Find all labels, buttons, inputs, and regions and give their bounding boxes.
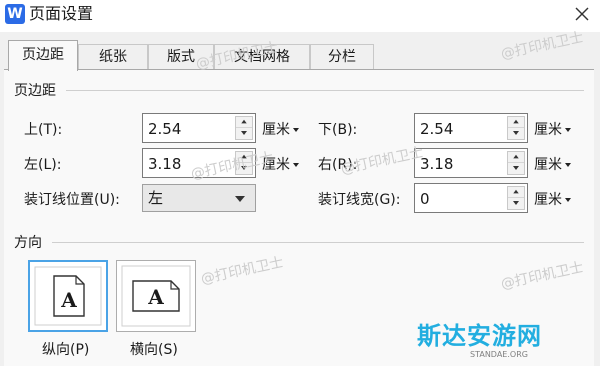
tab-columns[interactable]: 分栏 bbox=[310, 44, 374, 70]
site-logo: 斯达安游网 STANDAE.ORG bbox=[417, 322, 593, 366]
close-icon[interactable] bbox=[570, 2, 594, 26]
landscape-label: 横向(S) bbox=[130, 342, 178, 358]
gutter-width-label: 装订线宽(G): bbox=[318, 192, 401, 208]
bottom-margin-unit-dropdown[interactable]: 厘米 bbox=[534, 120, 571, 140]
right-margin-input[interactable]: 3.18 bbox=[414, 148, 528, 178]
margins-group-divider bbox=[66, 90, 584, 91]
gutter-width-unit: 厘米 bbox=[534, 192, 562, 208]
stepper-up-icon[interactable] bbox=[508, 187, 524, 198]
orientation-group-label: 方向 bbox=[14, 232, 48, 252]
chevron-down-icon bbox=[293, 128, 299, 132]
top-margin-label: 上(T): bbox=[24, 122, 63, 138]
landscape-page-icon: A bbox=[121, 265, 191, 327]
chevron-down-icon bbox=[565, 128, 571, 132]
gutter-position-select[interactable]: 左 bbox=[142, 184, 256, 212]
stepper-up-icon[interactable] bbox=[508, 152, 524, 163]
portrait-page-icon: A bbox=[34, 266, 102, 326]
bottom-margin-value: 2.54 bbox=[420, 120, 454, 138]
bottom-margin-unit: 厘米 bbox=[534, 122, 562, 138]
chevron-down-icon bbox=[565, 198, 571, 202]
gutter-width-value: 0 bbox=[420, 190, 430, 208]
chevron-down-icon bbox=[293, 163, 299, 167]
gutter-width-input[interactable]: 0 bbox=[414, 183, 528, 213]
stepper-down-icon[interactable] bbox=[508, 163, 524, 174]
title-bar: W 页面设置 bbox=[0, 0, 600, 32]
dialog-title: 页面设置 bbox=[29, 4, 94, 23]
site-logo-text: 斯达安游网 bbox=[417, 321, 542, 350]
top-margin-unit-dropdown[interactable]: 厘米 bbox=[262, 120, 299, 140]
bottom-margin-stepper[interactable] bbox=[507, 116, 525, 140]
chevron-down-icon bbox=[235, 196, 245, 202]
tab-margins[interactable]: 页边距 bbox=[8, 40, 78, 71]
app-logo-icon: W bbox=[5, 4, 25, 24]
left-margin-label: 左(L): bbox=[24, 157, 62, 173]
orientation-group-divider bbox=[52, 242, 584, 243]
right-margin-unit-dropdown[interactable]: 厘米 bbox=[534, 155, 571, 175]
top-margin-input[interactable]: 2.54 bbox=[142, 113, 256, 143]
right-margin-stepper[interactable] bbox=[507, 151, 525, 175]
chevron-down-icon bbox=[565, 163, 571, 167]
right-margin-value: 3.18 bbox=[420, 155, 454, 173]
top-margin-stepper[interactable] bbox=[235, 116, 253, 140]
landscape-glyph: A bbox=[147, 285, 164, 309]
left-margin-value: 3.18 bbox=[148, 155, 182, 173]
stepper-down-icon[interactable] bbox=[236, 128, 252, 139]
stepper-down-icon[interactable] bbox=[508, 198, 524, 209]
top-margin-unit: 厘米 bbox=[262, 122, 290, 138]
tab-paper[interactable]: 纸张 bbox=[78, 44, 148, 70]
portrait-label: 纵向(P) bbox=[42, 342, 90, 358]
gutter-position-value: 左 bbox=[148, 189, 164, 207]
stepper-up-icon[interactable] bbox=[508, 117, 524, 128]
gutter-width-unit-dropdown[interactable]: 厘米 bbox=[534, 190, 571, 210]
right-margin-unit: 厘米 bbox=[534, 157, 562, 173]
margins-group-label: 页边距 bbox=[14, 80, 62, 100]
bottom-margin-input[interactable]: 2.54 bbox=[414, 113, 528, 143]
site-logo-subtext: STANDAE.ORG bbox=[470, 350, 528, 359]
bottom-margin-label: 下(B): bbox=[318, 122, 358, 138]
gutter-width-stepper[interactable] bbox=[507, 186, 525, 210]
portrait-button[interactable]: A bbox=[28, 260, 108, 332]
top-margin-value: 2.54 bbox=[148, 120, 182, 138]
portrait-glyph: A bbox=[60, 288, 77, 312]
landscape-button[interactable]: A bbox=[116, 260, 196, 332]
gutter-position-label: 装订线位置(U): bbox=[24, 192, 120, 208]
stepper-up-icon[interactable] bbox=[236, 117, 252, 128]
page-setup-dialog: 页边距 纸张 版式 文档网格 分栏 页边距 上(T): 2.54 厘米 下(B)… bbox=[0, 32, 600, 366]
stepper-down-icon[interactable] bbox=[508, 128, 524, 139]
